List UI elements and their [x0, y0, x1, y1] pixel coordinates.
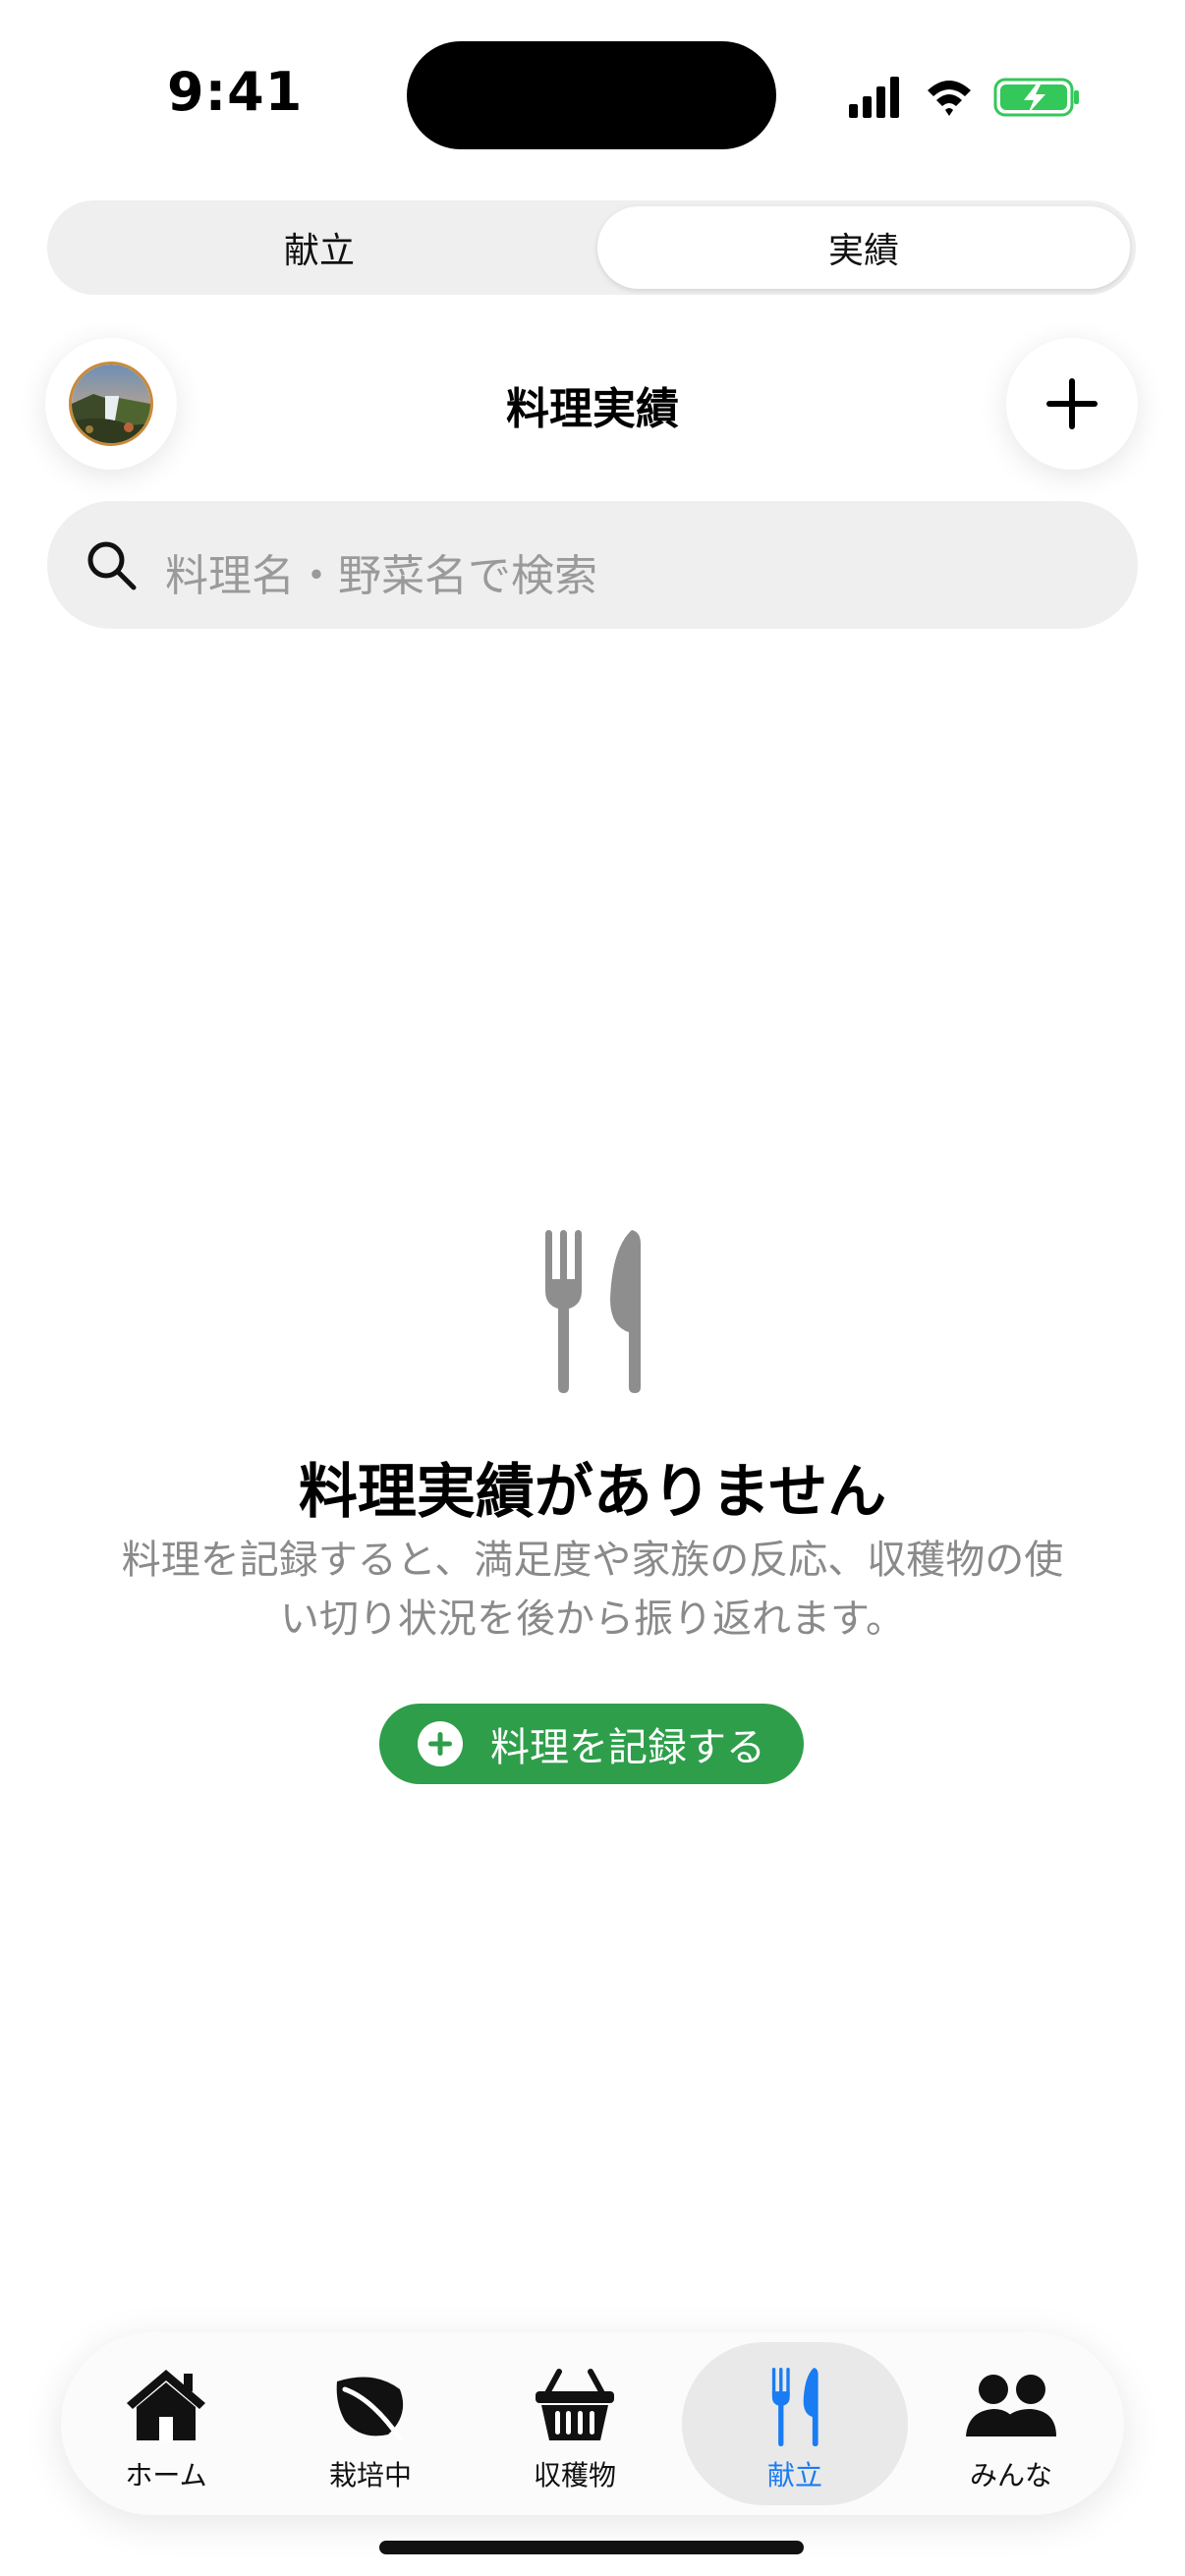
tab-everyone[interactable]: みんな — [908, 2342, 1114, 2505]
search-field[interactable]: 料理名・野菜名で検索 — [47, 501, 1138, 629]
record-dish-button-label: 料理を記録する — [490, 1725, 765, 1770]
dynamic-island — [407, 41, 776, 149]
battery-charging-icon — [993, 78, 1079, 117]
search-placeholder: 料理名・野菜名で検索 — [165, 551, 597, 601]
tab-growing-label: 栽培中 — [328, 2459, 412, 2492]
screen: 9:41 献立 実績 料理実績 料理名・野菜名で検索 料理実績がありません 料理… — [0, 0, 1185, 2576]
cellular-signal-icon — [849, 77, 899, 118]
empty-state-description-line-1: 料理を記録すると、満足度や家族の反応、収穫物の使 — [121, 1538, 1064, 1583]
tab-harvest[interactable]: 収穫物 — [472, 2342, 678, 2505]
tab-menu-label: 献立 — [766, 2459, 822, 2492]
fork-knife-icon — [545, 1230, 641, 1393]
plus-circle-icon — [418, 1721, 463, 1766]
search-icon — [87, 541, 137, 590]
add-button[interactable] — [1006, 338, 1138, 470]
fork-knife-icon — [771, 2368, 818, 2446]
tab-menu-plan[interactable]: 献立 — [53, 206, 586, 289]
tab-everyone-label: みんな — [969, 2459, 1052, 2492]
empty-state-description-line-2: い切り状況を後から振り返れます。 — [280, 1596, 905, 1642]
tab-bar: ホーム 栽培中 収穫物 献立 みんな — [61, 2332, 1124, 2515]
tab-home[interactable]: ホーム — [63, 2342, 269, 2505]
home-indicator[interactable] — [379, 2541, 804, 2554]
wifi-icon — [928, 81, 971, 116]
people-icon — [966, 2375, 1056, 2436]
tab-harvest-label: 収穫物 — [533, 2459, 616, 2492]
segmented-control: 献立 実績 — [47, 200, 1136, 295]
empty-state-description: 料理を記録すると、満足度や家族の反応、収穫物の使 い切り状況を後から振り返れます… — [88, 1531, 1097, 1649]
tab-menu[interactable]: 献立 — [682, 2342, 908, 2505]
tab-results[interactable]: 実績 — [597, 206, 1130, 289]
leaf-icon — [336, 2377, 404, 2441]
tab-growing[interactable]: 栽培中 — [267, 2342, 474, 2505]
tab-home-label: ホーム — [125, 2459, 207, 2492]
empty-state-title: 料理実績がありません — [298, 1458, 887, 1527]
status-time: 9:41 — [167, 61, 304, 123]
house-icon — [127, 2370, 205, 2440]
plus-icon — [1046, 378, 1098, 429]
basket-icon — [536, 2369, 614, 2440]
status-icons — [849, 77, 1079, 118]
record-dish-button[interactable]: 料理を記録する — [379, 1704, 804, 1784]
